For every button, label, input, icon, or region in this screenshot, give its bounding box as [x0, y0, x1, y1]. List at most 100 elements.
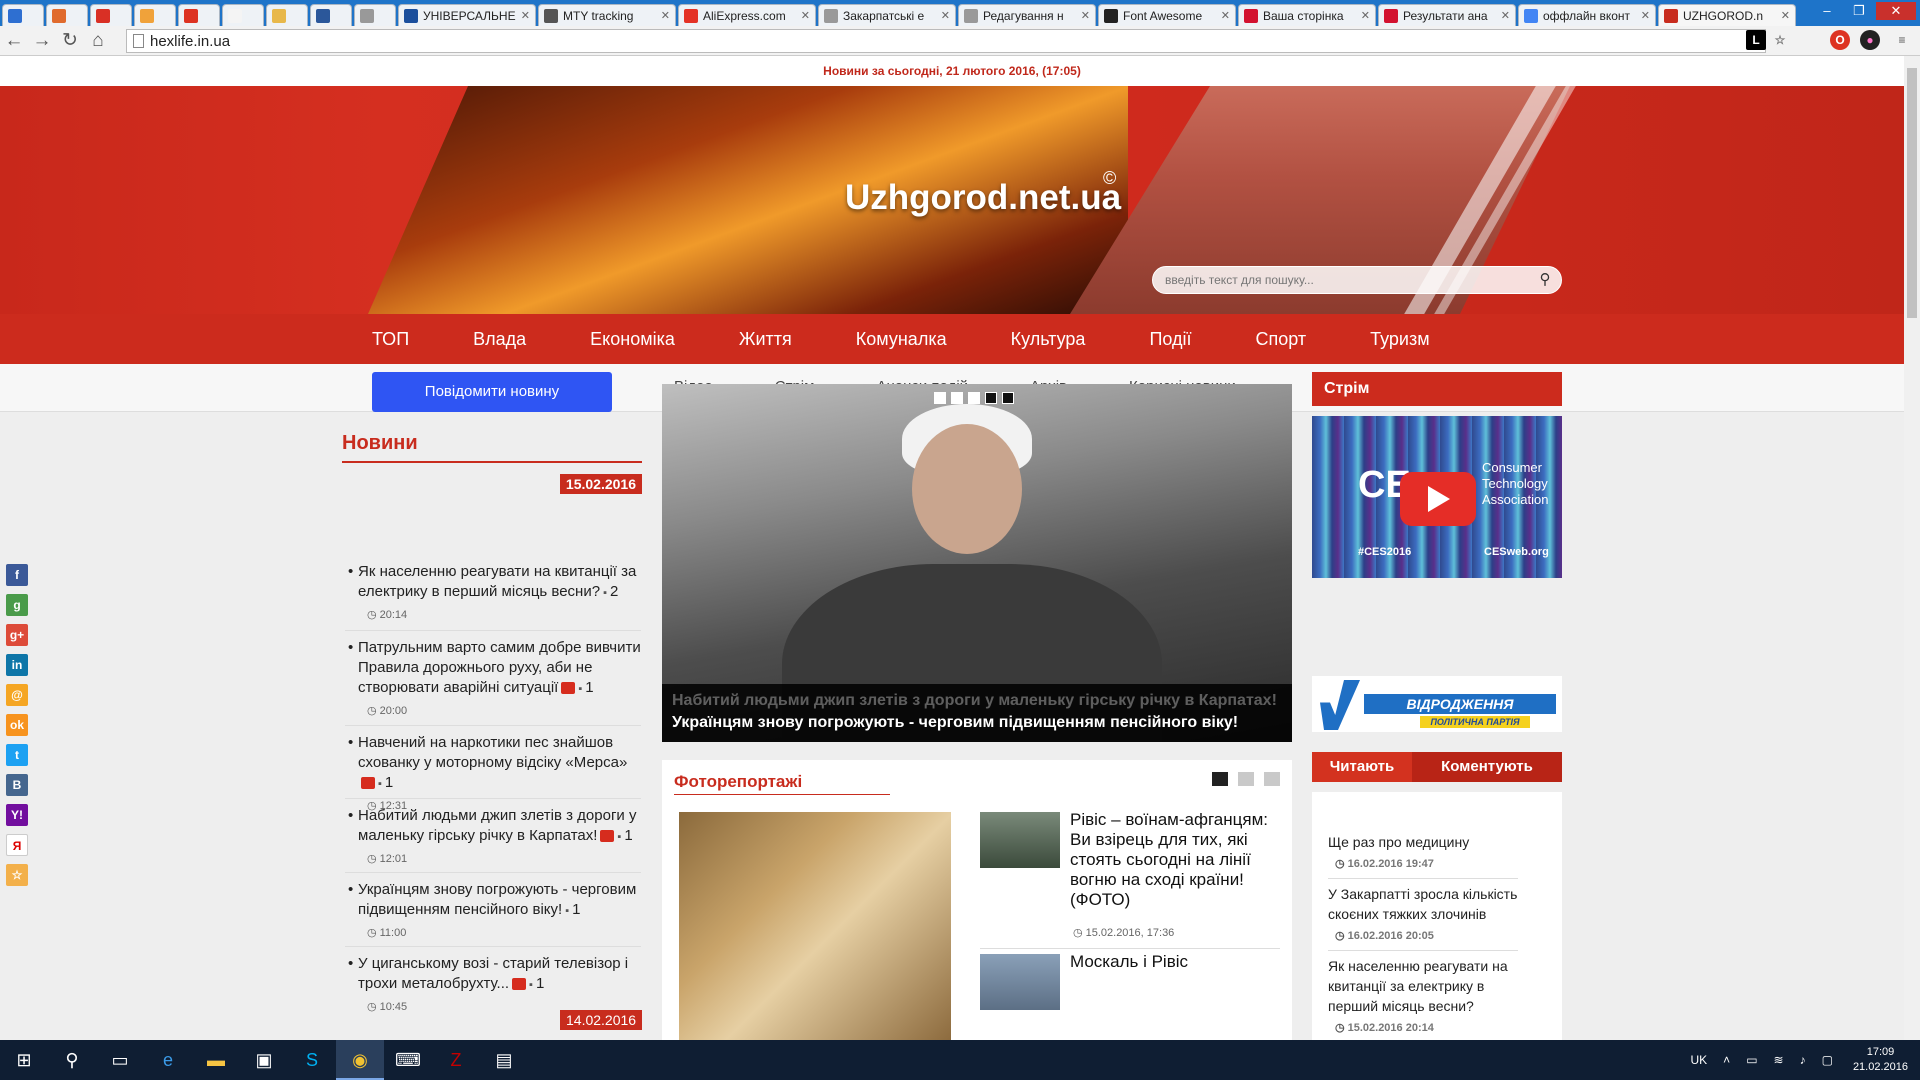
news-item[interactable]: • Українцям знову погрожують - черговим п… [348, 880, 642, 943]
slider-dot[interactable] [985, 392, 997, 404]
facebook-icon[interactable]: f [6, 564, 28, 586]
news-item[interactable]: • Набитий людьми джип злетів з дороги у м… [348, 806, 642, 869]
stream-video[interactable]: CE Consumer Technology Association #CES2… [1312, 416, 1562, 578]
home-icon[interactable]: ⌂ [84, 27, 112, 55]
browser-tab[interactable] [310, 4, 352, 26]
search-icon[interactable]: ⚲ [1536, 271, 1554, 289]
language-indicator[interactable]: UK [1691, 1053, 1708, 1067]
tab-close-icon[interactable]: ✕ [1501, 9, 1510, 22]
yahoo-icon[interactable]: Y! [6, 804, 28, 826]
article-thumbnail[interactable] [980, 954, 1060, 1010]
browser-tab[interactable] [266, 4, 308, 26]
address-bar[interactable]: hexlife.in.ua [126, 29, 1766, 53]
task-view-icon[interactable]: ▭ [96, 1040, 144, 1080]
extension-icon[interactable]: ● [1860, 30, 1880, 50]
reload-icon[interactable]: ↻ [56, 27, 84, 55]
play-icon[interactable] [1400, 472, 1476, 526]
photo-reports-title[interactable]: Фоторепортажі [674, 772, 890, 795]
article-title[interactable]: Москаль і Рівіс [1070, 952, 1280, 972]
news-item[interactable]: • Патрульним варто самим добре вивчити Пр… [348, 638, 642, 721]
volume-icon[interactable]: ♪ [1800, 1053, 1806, 1067]
slide-caption[interactable]: Набитий людьми джип злетів з дороги у ма… [662, 684, 1292, 742]
tab-close-icon[interactable]: ✕ [801, 9, 810, 22]
skype-icon[interactable]: S [288, 1040, 336, 1080]
browser-tab[interactable]: AliExpress.com ✕ [678, 4, 816, 26]
browser-tab[interactable]: MTY tracking ✕ [538, 4, 676, 26]
menu-icon[interactable]: ≡ [1892, 30, 1912, 50]
nav-item[interactable]: Економіка [558, 314, 707, 364]
forward-icon[interactable]: → [28, 27, 56, 55]
chrome-icon[interactable]: ◉ [336, 1040, 384, 1080]
browser-tab[interactable] [134, 4, 176, 26]
news-item[interactable]: • Навчений на наркотики пес знайшов схова… [348, 733, 642, 816]
edge-icon[interactable]: e [144, 1040, 192, 1080]
news-item[interactable]: • Як населенню реагувати на квитанції за … [348, 562, 642, 625]
yandex-icon[interactable]: Я [6, 834, 28, 856]
pager-dot[interactable] [1212, 772, 1228, 786]
browser-tab[interactable]: Font Awesome ✕ [1098, 4, 1236, 26]
article-title[interactable]: Рівіс – воїнам-афганцям: Ви взірець для … [1070, 810, 1280, 910]
pager-dot[interactable] [1238, 772, 1254, 786]
pager-dot[interactable] [1264, 772, 1280, 786]
browser-tab[interactable] [90, 4, 132, 26]
slider-dot[interactable] [1002, 392, 1014, 404]
store-icon[interactable]: ▣ [240, 1040, 288, 1080]
close-button[interactable]: ✕ [1876, 2, 1916, 20]
search-input[interactable] [1152, 266, 1562, 294]
popular-item[interactable]: Ще раз про медицину ◷ 16.02.2016 19:47 [1328, 832, 1528, 874]
google-icon[interactable]: g [6, 594, 28, 616]
windows-start-icon[interactable]: ⊞ [0, 1040, 48, 1080]
browser-tab[interactable] [222, 4, 264, 26]
news-item[interactable]: • У циганському возі - старий телевізор і… [348, 954, 642, 1017]
tab-close-icon[interactable]: ✕ [1081, 9, 1090, 22]
nav-item[interactable]: Туризм [1338, 314, 1461, 364]
app-icon[interactable]: ▤ [480, 1040, 528, 1080]
tab-close-icon[interactable]: ✕ [521, 9, 530, 22]
browser-tab[interactable]: Ваша сторінка ✕ [1238, 4, 1376, 26]
battery-icon[interactable]: ▭ [1746, 1053, 1757, 1067]
main-slider[interactable]: Набитий людьми джип злетів з дороги у ма… [662, 384, 1292, 742]
tab-close-icon[interactable]: ✕ [1781, 9, 1790, 22]
scrollbar[interactable] [1904, 56, 1920, 1040]
browser-tab[interactable]: Закарпатські е ✕ [818, 4, 956, 26]
slider-dot[interactable] [951, 392, 963, 404]
maximize-button[interactable]: ❐ [1844, 2, 1874, 20]
browser-tab[interactable] [354, 4, 396, 26]
opera-icon[interactable]: O [1830, 30, 1850, 50]
popular-item[interactable]: Як населенню реагувати на квитанції за е… [1328, 956, 1528, 1038]
odnoklassniki-icon[interactable]: ok [6, 714, 28, 736]
filezilla-icon[interactable]: Z [432, 1040, 480, 1080]
tab-close-icon[interactable]: ✕ [661, 9, 670, 22]
tab-commented[interactable]: Коментують [1412, 752, 1562, 782]
browser-tab[interactable]: УНІВЕРСАЛЬНЕ ✕ [398, 4, 536, 26]
nav-item[interactable]: Комуналка [824, 314, 979, 364]
nav-item[interactable]: Життя [707, 314, 824, 364]
tab-close-icon[interactable]: ✕ [1361, 9, 1370, 22]
star-icon[interactable]: ☆ [1770, 30, 1790, 50]
linkedin-icon[interactable]: in [6, 654, 28, 676]
search-icon[interactable]: ⚲ [48, 1040, 96, 1080]
wifi-icon[interactable]: ≋ [1774, 1053, 1784, 1067]
popular-item[interactable]: У Закарпатті зросла кількість скоєних тя… [1328, 884, 1528, 946]
nav-item[interactable]: Події [1117, 314, 1223, 364]
nav-item[interactable]: Влада [441, 314, 558, 364]
browser-tab[interactable]: Редагування н ✕ [958, 4, 1096, 26]
tab-close-icon[interactable]: ✕ [1221, 9, 1230, 22]
report-news-button[interactable]: Повідомити новину [372, 372, 612, 412]
network-app-icon[interactable]: ⌨ [384, 1040, 432, 1080]
scrollbar-thumb[interactable] [1907, 68, 1917, 318]
party-banner[interactable]: ВІДРОДЖЕННЯ ПОЛІТИЧНА ПАРТІЯ [1312, 676, 1562, 732]
vk-icon[interactable]: B [6, 774, 28, 796]
nav-item[interactable]: ТОП [352, 314, 441, 364]
slider-dot[interactable] [968, 392, 980, 404]
minimize-button[interactable]: – [1812, 2, 1842, 20]
mail-icon[interactable]: @ [6, 684, 28, 706]
google-plus-icon[interactable]: g+ [6, 624, 28, 646]
browser-tab[interactable]: Результати ана ✕ [1378, 4, 1516, 26]
tab-close-icon[interactable]: ✕ [1641, 9, 1650, 22]
browser-tab[interactable]: UZHGOROD.n ✕ [1658, 4, 1796, 26]
site-logo[interactable]: Uzhgorod.net.ua [845, 178, 1121, 218]
chevron-up-icon[interactable]: ˄ [1723, 1053, 1730, 1067]
slider-dot[interactable] [934, 392, 946, 404]
extension-l-icon[interactable]: L [1746, 30, 1766, 50]
